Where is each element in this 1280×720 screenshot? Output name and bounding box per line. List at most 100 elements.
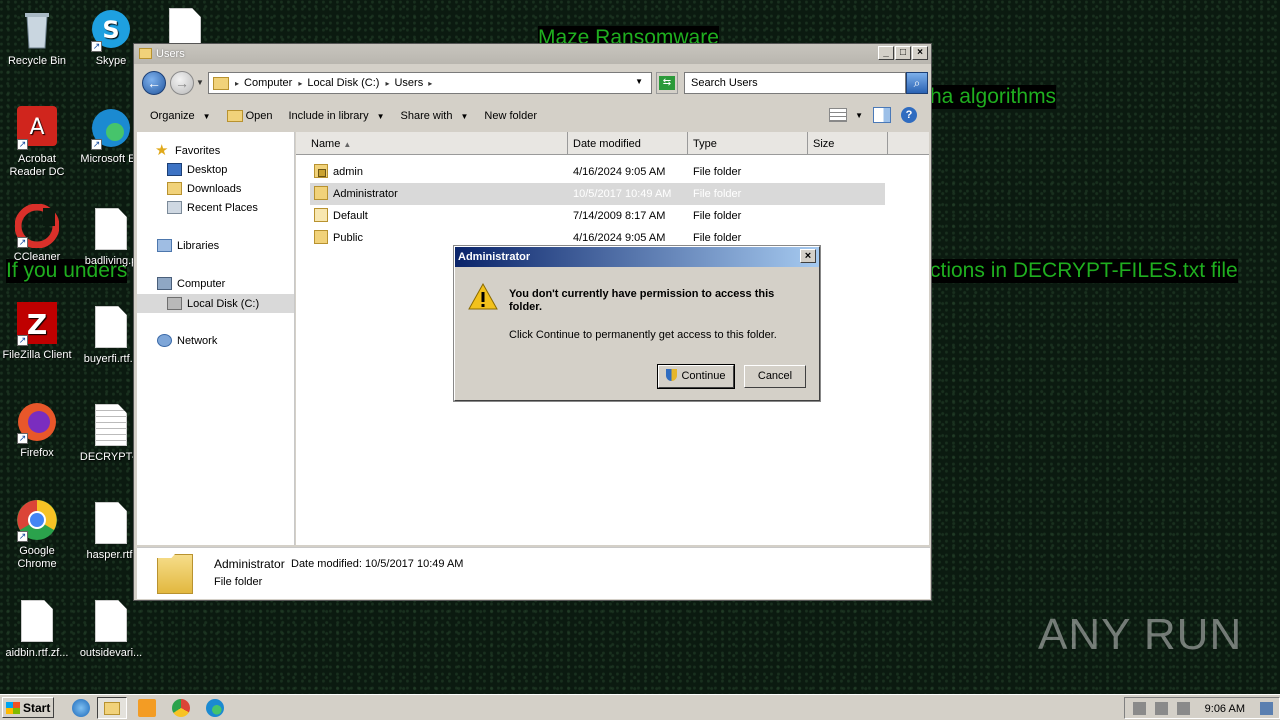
row-type: File folder (693, 210, 742, 222)
action-center-flag-icon[interactable] (1177, 702, 1190, 715)
breadcrumb-local-disk[interactable]: Local Disk (C:) (307, 77, 379, 89)
cancel-button[interactable]: Cancel (744, 365, 806, 388)
forward-button[interactable]: → (170, 71, 194, 95)
column-label: Date modified (573, 138, 641, 150)
desktop-icon-label: outsidevari... (79, 647, 143, 659)
column-label: Type (693, 138, 717, 150)
breadcrumb-users[interactable]: Users (394, 77, 423, 89)
open-button[interactable]: Open (226, 110, 272, 122)
downloads-folder-icon (167, 182, 182, 195)
desktop-icon-acrobat[interactable]: A ↗ Acrobat Reader DC (0, 106, 74, 179)
warning-icon (468, 282, 498, 310)
nav-local-disk[interactable]: Local Disk (C:) (137, 294, 294, 313)
organize-menu[interactable]: Organize ▼ (150, 110, 211, 122)
row-date: 4/16/2024 9:05 AM (573, 166, 666, 178)
dialog-body: Click Continue to permanently get access… (509, 329, 777, 341)
desktop-icon-ccleaner[interactable]: ↗ CCleaner (0, 203, 74, 264)
details-name: Administrator (214, 557, 285, 571)
continue-button[interactable]: Continue (657, 364, 735, 389)
desktop-icon-filezilla[interactable]: Z ↗ FileZilla Client (0, 302, 74, 362)
chrome-icon: ↗ (15, 498, 59, 542)
desktop-icon-label: aidbin.rtf.zf... (5, 647, 69, 659)
dialog-heading: You don't currently have permission to a… (509, 288, 775, 313)
table-row[interactable]: Default 7/14/2009 8:17 AM File folder (310, 205, 885, 227)
table-row[interactable]: admin 4/16/2024 9:05 AM File folder (310, 161, 885, 183)
table-row[interactable]: Administrator 10/5/2017 10:49 AM File fo… (310, 183, 885, 205)
nav-recent-places[interactable]: Recent Places (167, 201, 258, 214)
dialog-titlebar[interactable]: Administrator × (455, 247, 819, 267)
column-header-type[interactable]: Type (688, 132, 808, 155)
open-folder-icon (226, 110, 243, 122)
nav-libraries[interactable]: Libraries (157, 239, 219, 252)
column-header-size[interactable]: Size (808, 132, 888, 155)
address-bar[interactable]: ▸ Computer ▸ Local Disk (C:) ▸ Users ▸ ▼ (208, 72, 652, 94)
dialog-close-button[interactable]: × (800, 249, 816, 263)
column-header-blank (888, 132, 929, 155)
text-file-icon (89, 404, 133, 448)
share-with-menu[interactable]: Share with ▼ (401, 110, 469, 122)
breadcrumb-computer[interactable]: Computer (244, 77, 292, 89)
volume-icon[interactable] (1133, 702, 1146, 715)
show-desktop-icon[interactable] (1260, 702, 1273, 715)
search-input[interactable]: Search Users (684, 72, 906, 94)
skype-icon: S ↗ (89, 8, 133, 52)
help-icon[interactable]: ? (901, 107, 917, 123)
folder-icon (139, 48, 152, 59)
new-folder-label: New folder (484, 110, 537, 122)
include-in-library-menu[interactable]: Include in library ▼ (288, 110, 384, 122)
nav-label: Network (177, 334, 218, 347)
nav-network[interactable]: Network (157, 334, 217, 347)
close-button[interactable]: × (912, 46, 928, 60)
maximize-button[interactable]: □ (895, 46, 911, 60)
chevron-right-icon[interactable]: ▸ (385, 79, 389, 88)
desktop-icon-outsidevari[interactable]: outsidevari... (74, 600, 148, 660)
nav-computer[interactable]: Computer (157, 277, 225, 290)
media-player-icon[interactable] (138, 699, 156, 717)
chevron-right-icon[interactable]: ▸ (428, 79, 432, 88)
history-dropdown[interactable]: ▼ (196, 78, 204, 87)
refresh-button[interactable]: ⇆ (656, 72, 678, 94)
nav-label: Downloads (187, 182, 242, 195)
back-button[interactable]: ← (142, 71, 166, 95)
nav-desktop[interactable]: Desktop (167, 163, 227, 176)
nav-favorites[interactable]: ★ Favorites (155, 143, 220, 158)
chrome-icon[interactable] (172, 699, 190, 717)
chevron-down-icon[interactable]: ▼ (855, 111, 863, 120)
document-icon (89, 502, 133, 546)
internet-explorer-icon[interactable] (72, 699, 90, 717)
view-options-icon[interactable] (829, 108, 848, 122)
desktop-icon-chrome[interactable]: ↗ Google Chrome (0, 498, 74, 571)
clock[interactable]: 9:06 AM (1205, 703, 1245, 715)
continue-label: Continue (681, 370, 726, 382)
address-row: ← → ▼ ▸ Computer ▸ Local Disk (C:) ▸ Users ▸… (134, 66, 931, 99)
svg-text:S: S (102, 16, 119, 44)
desktop-icon-aidbin[interactable]: aidbin.rtf.zf... (0, 600, 74, 660)
filezilla-icon: Z ↗ (15, 302, 59, 346)
chevron-right-icon[interactable]: ▸ (235, 79, 239, 88)
chevron-down-icon: ▼ (376, 111, 385, 121)
chevron-down-icon: ▼ (202, 111, 211, 121)
row-type: File folder (693, 166, 742, 178)
desktop-icon-label: Google Chrome (17, 545, 57, 570)
chevron-down-icon[interactable]: ▼ (635, 77, 643, 86)
libraries-icon (157, 239, 172, 252)
preview-pane-icon[interactable] (873, 107, 891, 123)
permission-dialog: Administrator × You don't currently have… (454, 246, 820, 401)
network-tray-icon[interactable] (1155, 702, 1168, 715)
explorer-titlebar[interactable]: Users _ □ × (134, 44, 931, 64)
column-header-date[interactable]: Date modified (568, 132, 688, 155)
search-icon[interactable]: ⌕ (906, 72, 928, 94)
desktop-icon-firefox[interactable]: ↗ Firefox (0, 400, 74, 460)
new-folder-button[interactable]: New folder (484, 110, 537, 122)
nav-label: Computer (177, 277, 226, 290)
row-date: 7/14/2009 8:17 AM (573, 210, 666, 222)
minimize-button[interactable]: _ (878, 46, 894, 60)
chevron-right-icon[interactable]: ▸ (298, 79, 302, 88)
nav-downloads[interactable]: Downloads (167, 182, 241, 195)
taskbar: Start 9:06 AM (0, 694, 1280, 720)
edge-icon[interactable] (206, 699, 224, 717)
start-button[interactable]: Start (2, 697, 54, 718)
column-header-name[interactable]: Name ▲ (296, 132, 568, 155)
taskbar-explorer-button[interactable] (97, 697, 127, 719)
desktop-icon-recycle-bin[interactable]: Recycle Bin (0, 8, 74, 68)
